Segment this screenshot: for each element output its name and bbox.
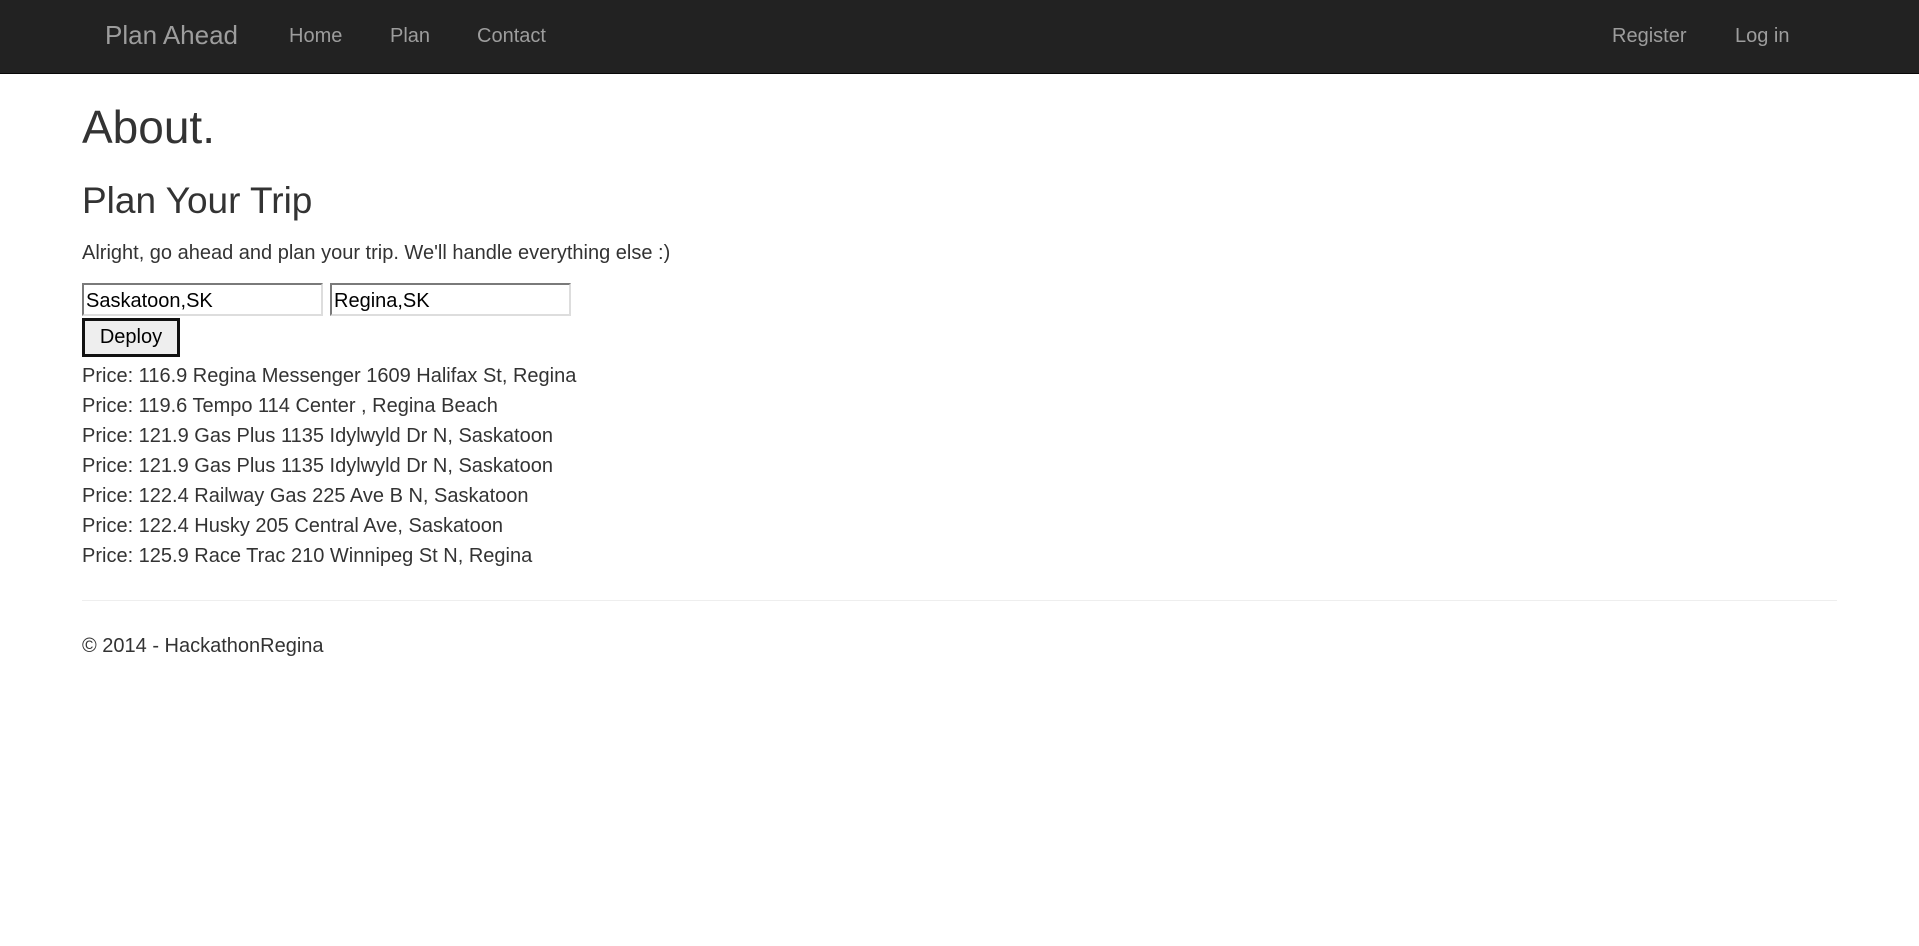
origin-input[interactable] (82, 283, 323, 316)
price-result-item: Price: 119.6 Tempo 114 Center , Regina B… (82, 395, 498, 417)
price-result-item: Price: 121.9 Gas Plus 1135 Idylwyld Dr N… (82, 425, 553, 447)
nav-link-home[interactable]: Home (289, 24, 342, 48)
destination-input[interactable] (330, 283, 571, 316)
footer-divider (82, 600, 1837, 601)
nav-link-plan[interactable]: Plan (390, 24, 430, 48)
price-result-item: Price: 122.4 Husky 205 Central Ave, Sask… (82, 515, 503, 537)
section-title: Plan Your Trip (82, 180, 313, 221)
price-result-item: Price: 125.9 Race Trac 210 Winnipeg St N… (82, 545, 533, 567)
nav-link-login[interactable]: Log in (1735, 24, 1790, 48)
intro-text: Alright, go ahead and plan your trip. We… (82, 242, 671, 264)
price-result-item: Price: 121.9 Gas Plus 1135 Idylwyld Dr N… (82, 455, 553, 477)
price-result-item: Price: 116.9 Regina Messenger 1609 Halif… (82, 365, 577, 387)
page-title: About. (82, 101, 215, 153)
deploy-button[interactable]: Deploy (82, 318, 180, 357)
top-navbar: Plan Ahead Home Plan Contact Register Lo… (0, 0, 1919, 74)
nav-link-contact[interactable]: Contact (477, 24, 546, 48)
nav-link-register[interactable]: Register (1612, 24, 1686, 48)
price-result-item: Price: 122.4 Railway Gas 225 Ave B N, Sa… (82, 485, 529, 507)
brand-link[interactable]: Plan Ahead (105, 20, 238, 50)
footer-copyright: © 2014 - HackathonRegina (82, 635, 324, 657)
price-results-list: Price: 116.9 Regina Messenger 1609 Halif… (82, 361, 576, 571)
